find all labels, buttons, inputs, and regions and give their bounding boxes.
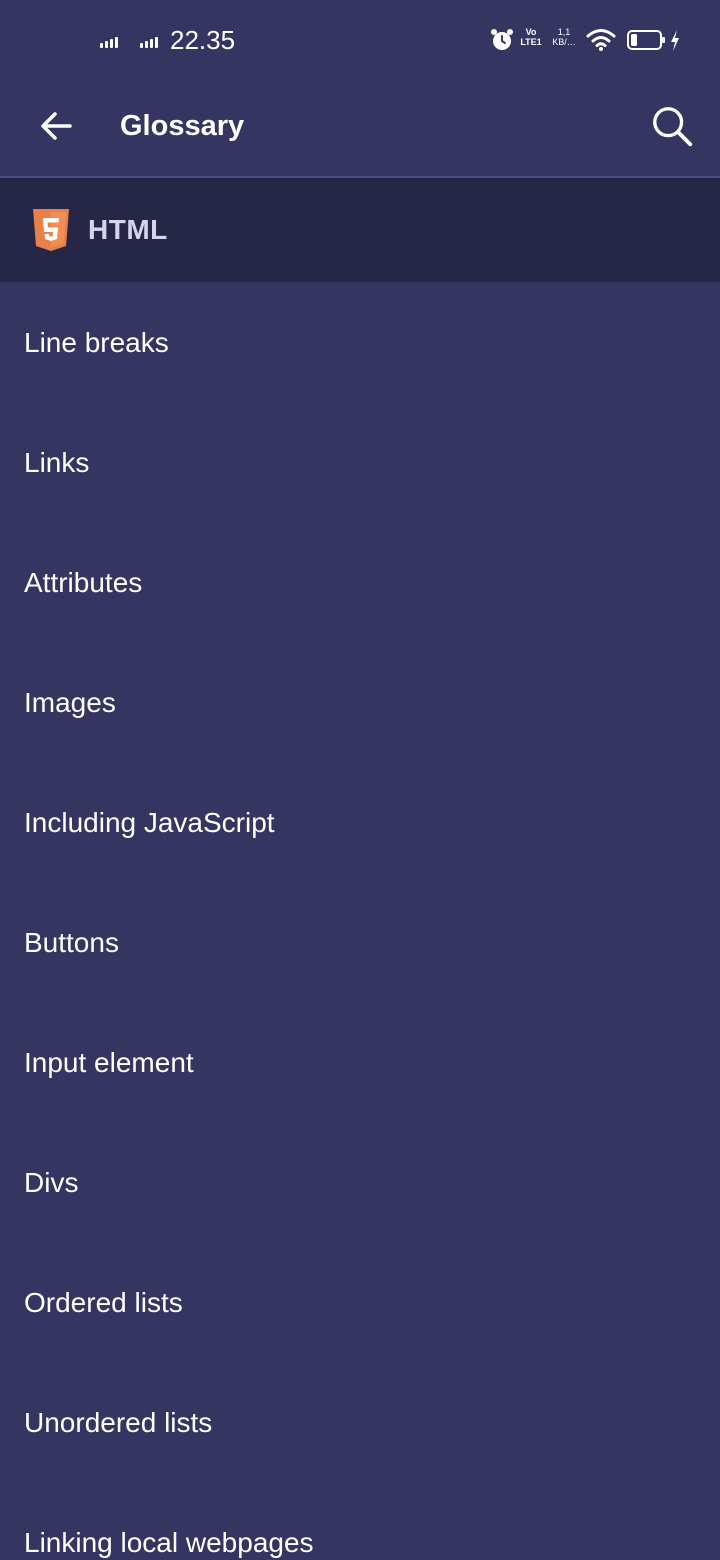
- list-item[interactable]: Including JavaScript: [0, 762, 720, 882]
- status-bar: 22.35 Vo LTE1 1,1 KB/…: [0, 0, 720, 80]
- list-item[interactable]: Unordered lists: [0, 1362, 720, 1482]
- data-speed-value: 1,1: [557, 27, 571, 37]
- list-item-label: Links: [24, 447, 90, 478]
- status-time: 22.35: [170, 25, 236, 55]
- data-speed: 1,1 KB/…: [548, 27, 580, 47]
- list-item-label: Input element: [24, 1047, 194, 1078]
- list-item[interactable]: Line breaks: [0, 282, 720, 402]
- list-item-label: Images: [24, 687, 116, 718]
- list-item[interactable]: Attributes: [0, 522, 720, 642]
- signal-icon: [140, 34, 158, 48]
- list-item[interactable]: Buttons: [0, 882, 720, 1002]
- list-item-label: Line breaks: [24, 327, 169, 358]
- volte-icon: Vo LTE1: [518, 27, 544, 47]
- volte-label: Vo: [525, 27, 537, 37]
- section-header: HTML: [0, 178, 720, 282]
- alarm-icon: [491, 29, 513, 50]
- list-item[interactable]: Linking local webpages: [0, 1482, 720, 1560]
- list-item-label: Attributes: [24, 567, 143, 598]
- wifi-icon: [586, 29, 616, 51]
- list-item-label: Ordered lists: [24, 1287, 183, 1318]
- list-item[interactable]: Links: [0, 402, 720, 522]
- list-item-label: Including JavaScript: [24, 807, 275, 838]
- list-item[interactable]: Input element: [0, 1002, 720, 1122]
- list-item[interactable]: Ordered lists: [0, 1242, 720, 1362]
- signal-icon: [100, 34, 118, 48]
- glossary-screen: 22.35 Vo LTE1 1,1 KB/… Glossary HTML Lin…: [0, 0, 720, 1560]
- app-bar: Glossary: [0, 80, 720, 178]
- back-button[interactable]: [30, 100, 82, 152]
- list-item-label: Unordered lists: [24, 1407, 213, 1438]
- html5-logo: [33, 209, 69, 251]
- search-icon: [653, 107, 693, 147]
- list-item-label: Buttons: [24, 927, 119, 958]
- search-button[interactable]: [644, 98, 700, 154]
- list-item-label: Linking local webpages: [24, 1527, 314, 1558]
- list-item[interactable]: Images: [0, 642, 720, 762]
- section-title: HTML: [88, 214, 168, 245]
- charging-icon: [671, 30, 679, 51]
- glossary-list: Line breaks Links Attributes Images Incl…: [0, 282, 720, 1560]
- battery-icon: [627, 30, 665, 50]
- list-item-label: Divs: [24, 1167, 79, 1198]
- data-speed-unit: KB/…: [552, 37, 576, 47]
- volte-network-label: LTE1: [520, 37, 542, 47]
- arrow-left-icon: [41, 112, 72, 140]
- list-item[interactable]: Divs: [0, 1122, 720, 1242]
- page-title: Glossary: [120, 110, 245, 142]
